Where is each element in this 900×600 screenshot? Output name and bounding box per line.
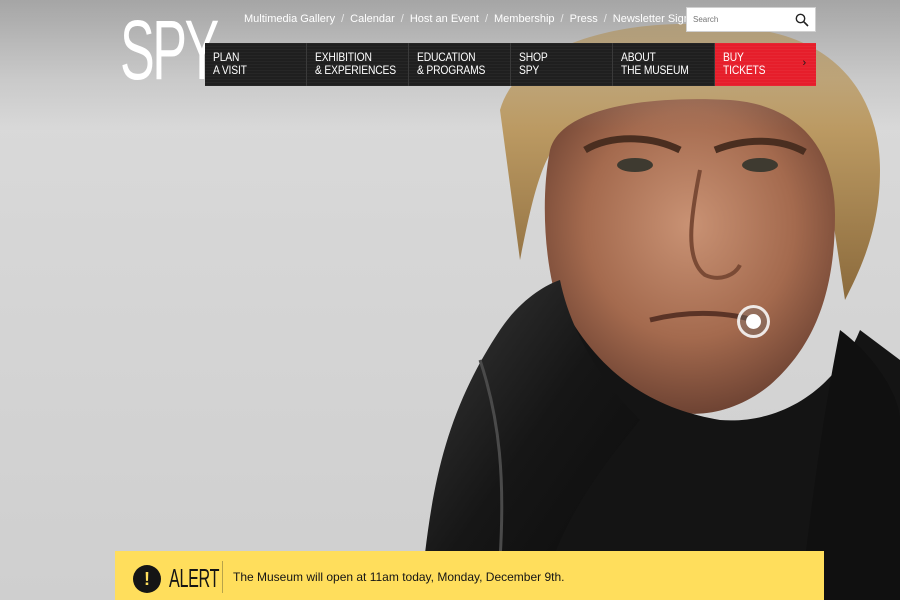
nav-about-the-museum[interactable]: ABOUT THE MUSEUM <box>613 43 715 86</box>
util-link-calendar[interactable]: Calendar <box>350 13 395 25</box>
nav-exhibition-experiences[interactable]: EXHIBITION & EXPERIENCES <box>307 43 409 86</box>
alert-message: The Museum will open at 11am today, Mond… <box>233 570 565 584</box>
nav-label-line2: & EXPERIENCES <box>315 63 396 77</box>
separator: / <box>484 13 489 25</box>
util-link-press[interactable]: Press <box>570 13 598 25</box>
nav-shop-spy[interactable]: SHOP SPY <box>511 43 613 86</box>
util-link-multimedia-gallery[interactable]: Multimedia Gallery <box>244 13 335 25</box>
separator: / <box>560 13 564 25</box>
separator: / <box>603 13 607 25</box>
nav-label-line2: A VISIT <box>213 63 247 77</box>
nav-label-line2: SPY <box>519 63 540 77</box>
hero-hotspot-button[interactable] <box>737 305 770 338</box>
separator: / <box>400 13 404 25</box>
main-nav: PLAN A VISIT EXHIBITION & EXPERIENCES ED… <box>205 43 816 86</box>
nav-plan-a-visit[interactable]: PLAN A VISIT <box>205 43 307 86</box>
nav-education-programs[interactable]: EDUCATION & PROGRAMS <box>409 43 511 86</box>
separator: / <box>341 13 345 25</box>
nav-label-line2: & PROGRAMS <box>417 63 486 77</box>
search-box <box>686 7 816 32</box>
nav-label-line2: THE MUSEUM <box>621 63 689 77</box>
alert-bar: ! ALERT The Museum will open at 11am tod… <box>115 551 824 600</box>
divider <box>222 561 223 593</box>
alert-label: ALERT <box>169 563 220 593</box>
util-link-membership[interactable]: Membership <box>494 13 555 25</box>
chevron-right-icon: › <box>802 57 807 69</box>
utility-nav: Multimedia Gallery / Calendar / Host an … <box>244 12 707 26</box>
nav-label-line2: TICKETS <box>723 63 766 77</box>
spy-logo[interactable]: SPY <box>120 8 219 92</box>
exclamation-icon: ! <box>133 565 161 593</box>
search-icon[interactable] <box>795 13 809 27</box>
search-input[interactable] <box>687 8 791 31</box>
util-link-host-an-event[interactable]: Host an Event <box>410 13 479 25</box>
nav-buy-tickets-button[interactable]: BUY TICKETS › <box>715 43 816 86</box>
